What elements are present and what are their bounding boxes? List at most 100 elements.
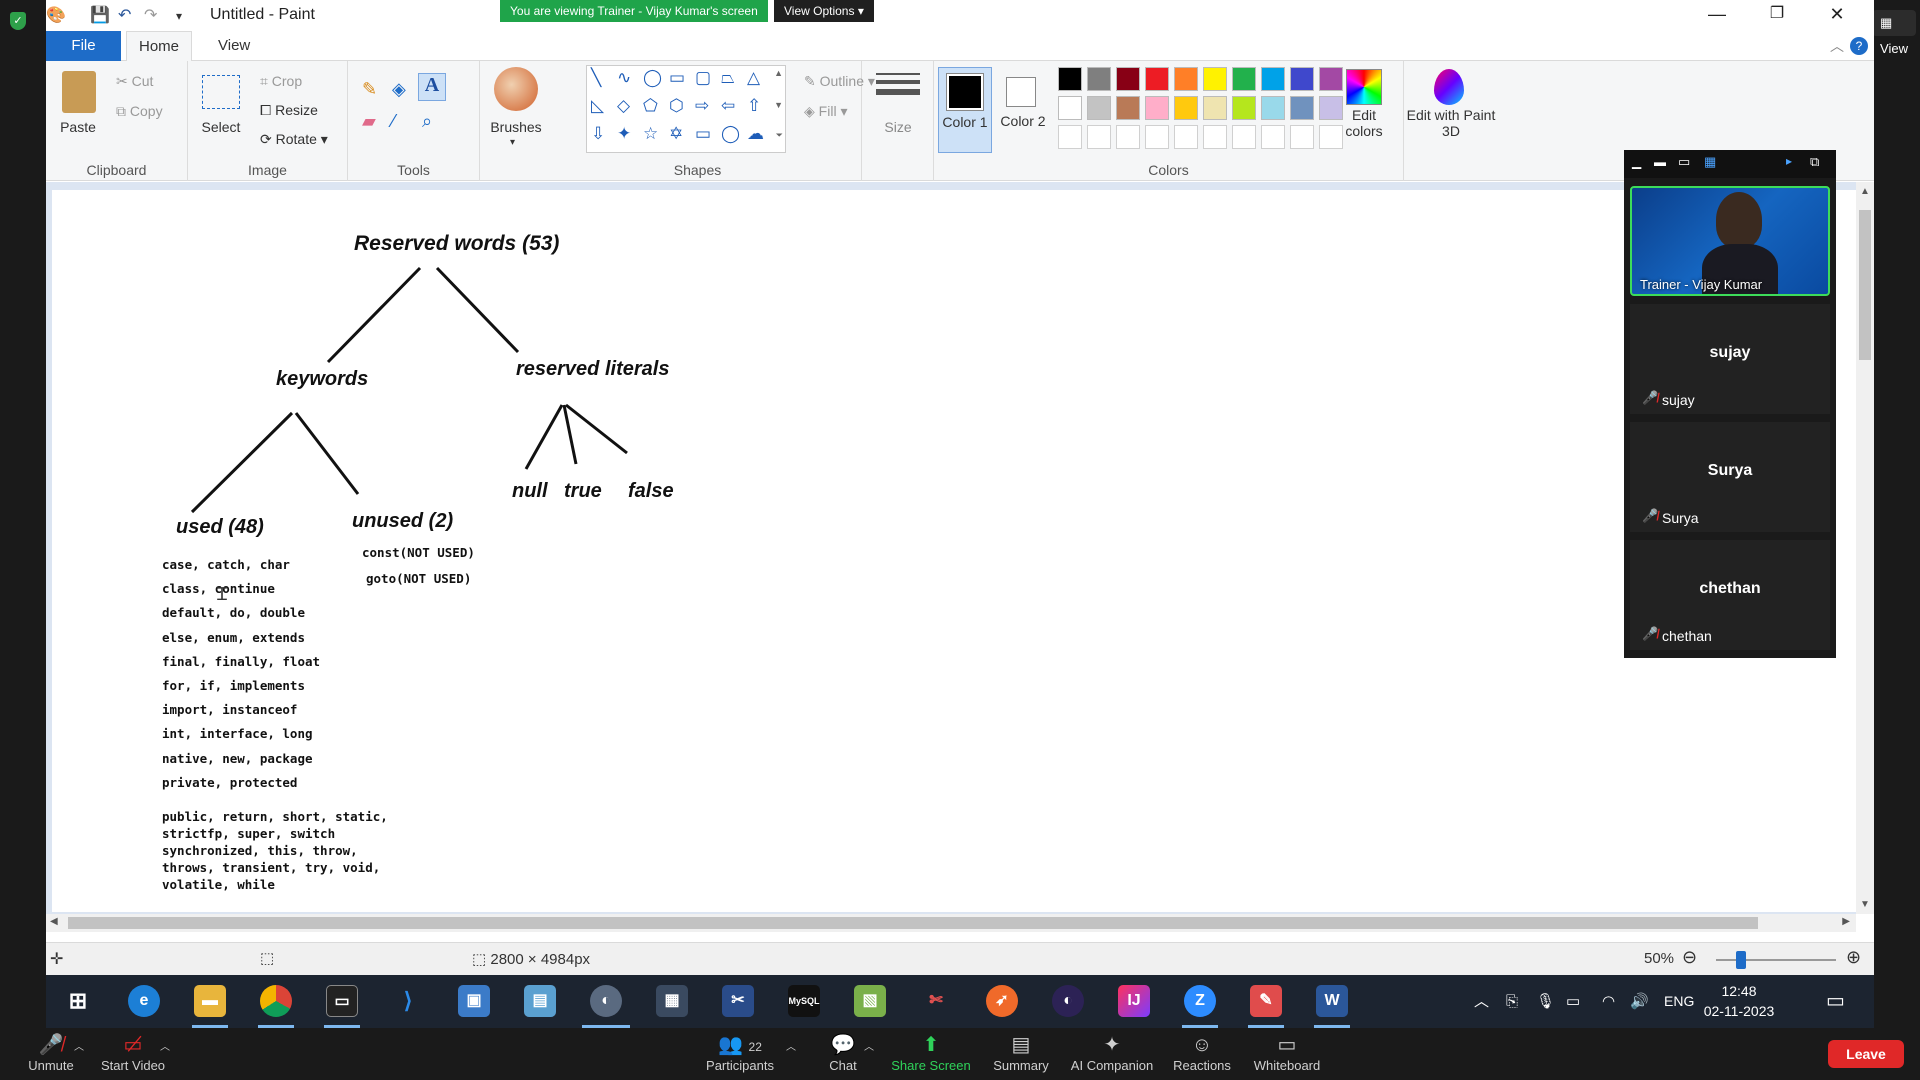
notepad-icon[interactable]: ▤ (524, 985, 556, 1017)
video-options-chevron-icon[interactable]: ︿ (160, 1038, 170, 1053)
postman-icon[interactable]: ➶ (986, 985, 1018, 1017)
shapes-expand-icon[interactable]: ⏷ (776, 130, 783, 141)
zoom-in-icon[interactable]: ⊕ (1846, 947, 1861, 968)
snipping-tool-icon[interactable]: ✂ (722, 985, 754, 1017)
shapes-gallery[interactable]: ╲ ∿ ◯ ▭ ▢ ⏢ △ ◺ ◇ ⬠ ⬡ ⇨ ⇦ ⇧ ⇩ ✦ ☆ ✡ ▭ ◯ … (586, 65, 786, 153)
fill-button[interactable]: ◈ Fill ▾ (804, 103, 847, 120)
cut-button[interactable]: ✂ Cut (116, 73, 153, 90)
resize-button[interactable]: ⧠ Resize (260, 102, 318, 119)
chrome-icon[interactable] (260, 985, 292, 1017)
minimize-button[interactable]: — (1702, 2, 1732, 26)
mic-tray-icon[interactable]: 🎙 (1536, 975, 1555, 1028)
taskbar-clock[interactable]: 12:48 02-11-2023 (1702, 981, 1776, 1021)
participant-tile[interactable]: Surya 🎤̸ Surya (1630, 422, 1830, 532)
scroll-right-icon[interactable]: ▶ (1842, 916, 1850, 927)
undo-icon[interactable]: ↶ (118, 5, 131, 25)
presenter-video-tile[interactable]: Trainer - Vijay Kumar (1630, 186, 1830, 296)
chat-chevron-icon[interactable]: ︿ (864, 1038, 874, 1053)
palette-empty-swatch[interactable] (1116, 125, 1140, 149)
tab-view[interactable]: View (206, 31, 262, 61)
brushes-dropdown-icon[interactable]: ▾ (510, 137, 515, 148)
color1-button[interactable]: Color 1 (938, 67, 992, 153)
collapse-ribbon-icon[interactable]: ︿ (1830, 36, 1844, 56)
participant-tile[interactable]: sujay 🎤̸ sujay (1630, 304, 1830, 414)
zoom-taskbar-icon[interactable]: Z (1184, 985, 1216, 1017)
sql-developer-icon[interactable]: MySQL (788, 985, 820, 1017)
gallery-speaker-icon[interactable]: ▭ (1678, 154, 1690, 170)
windows-start-icon[interactable]: ⊞ (62, 985, 94, 1017)
rotate-button[interactable]: ⟳ Rotate ▾ (260, 131, 328, 148)
file-explorer-icon[interactable]: ▬ (194, 985, 226, 1017)
audio-options-chevron-icon[interactable]: ︿ (74, 1038, 84, 1053)
palette-empty-swatch[interactable] (1145, 125, 1169, 149)
remote-desktop-icon[interactable]: ▣ (458, 985, 490, 1017)
gallery-strip-icon[interactable]: ▬ (1654, 155, 1666, 169)
size-button[interactable]: Size (872, 119, 924, 135)
maximize-button[interactable]: ❐ (1762, 2, 1792, 26)
volume-icon[interactable]: 🔊 (1630, 975, 1649, 1028)
start-video-button[interactable]: ▭̸ Start Video (98, 1032, 168, 1073)
palette-swatch[interactable] (1203, 96, 1227, 120)
close-button[interactable]: ✕ (1822, 2, 1852, 26)
snip-sketch-icon[interactable]: ✄ (920, 985, 952, 1017)
edit-colors-icon[interactable] (1346, 69, 1382, 105)
gallery-grid-icon[interactable]: ▦ (1704, 154, 1716, 170)
palette-swatch[interactable] (1261, 67, 1285, 91)
line-shape-icon[interactable]: ╲ (591, 68, 601, 88)
oval-callout-shape-icon[interactable]: ◯ (721, 124, 740, 144)
tab-home[interactable]: Home (126, 31, 193, 61)
intellij-icon[interactable]: IJ (1118, 985, 1150, 1017)
reactions-button[interactable]: ☺ Reactions (1166, 1032, 1238, 1073)
palette-empty-swatch[interactable] (1058, 125, 1082, 149)
zoom-view-options-button[interactable]: View Options ▾ (774, 0, 874, 22)
share-screen-button[interactable]: ⬆ Share Screen (888, 1032, 974, 1073)
palette-swatch[interactable] (1261, 96, 1285, 120)
leave-meeting-button[interactable]: Leave (1828, 1040, 1904, 1068)
right-arrow-shape-icon[interactable]: ⇨ (695, 96, 709, 116)
palette-swatch[interactable] (1290, 96, 1314, 120)
palette-empty-swatch[interactable] (1290, 125, 1314, 149)
rectangle-shape-icon[interactable]: ▭ (669, 68, 685, 88)
whiteboard-button[interactable]: ▭ Whiteboard (1248, 1032, 1326, 1073)
tab-file[interactable]: File (46, 31, 121, 61)
summary-button[interactable]: ▤ Summary (984, 1032, 1058, 1073)
pentagon-shape-icon[interactable]: ⬠ (643, 96, 658, 116)
unmute-button[interactable]: 🎤̸ Unmute (24, 1032, 78, 1073)
eraser-icon[interactable]: ▰ (362, 111, 376, 132)
tray-overflow-icon[interactable]: ︿ (1474, 975, 1489, 1028)
calculator-icon[interactable]: ▦ (656, 985, 688, 1017)
horizontal-scrollbar[interactable]: ◀ ▶ (46, 914, 1856, 932)
shapes-scroll-down-icon[interactable]: ▼ (774, 100, 783, 110)
paste-icon[interactable] (62, 71, 96, 113)
palette-empty-swatch[interactable] (1087, 125, 1111, 149)
ai-companion-button[interactable]: ✦ AI Companion (1066, 1032, 1158, 1073)
scroll-down-icon[interactable]: ▼ (1860, 899, 1870, 910)
gallery-popout-icon[interactable]: ⧉ (1810, 154, 1819, 170)
sticky-notes-icon[interactable]: ▧ (854, 985, 886, 1017)
color2-button[interactable]: Color 2 (998, 67, 1048, 153)
curve-shape-icon[interactable]: ∿ (617, 68, 631, 88)
palette-swatch[interactable] (1203, 67, 1227, 91)
gallery-next-icon[interactable]: ▸ (1786, 154, 1792, 168)
magnifier-icon[interactable]: ⌕ (422, 111, 432, 132)
color-picker-icon[interactable]: ⁄ (392, 111, 395, 132)
palette-swatch[interactable] (1116, 96, 1140, 120)
participant-tile[interactable]: chethan 🎤̸ chethan (1630, 540, 1830, 650)
participants-button[interactable]: 👥 22 Participants (700, 1032, 780, 1073)
select-icon[interactable] (202, 75, 240, 109)
rounded-rectangle-shape-icon[interactable]: ▢ (695, 68, 711, 88)
customize-quick-access-icon[interactable]: ▾ (176, 9, 182, 23)
notification-center-icon[interactable]: ▭ (1826, 975, 1845, 1028)
participants-chevron-icon[interactable]: ︿ (786, 1038, 796, 1053)
word-icon[interactable]: W (1316, 985, 1348, 1017)
crop-button[interactable]: ⌗ Crop (260, 73, 302, 90)
palette-swatch[interactable] (1145, 96, 1169, 120)
zoom-slider[interactable] (1716, 951, 1836, 969)
six-point-star-shape-icon[interactable]: ✡ (669, 124, 683, 144)
triangle-shape-icon[interactable]: △ (747, 68, 760, 88)
help-icon[interactable]: ? (1850, 37, 1868, 55)
palette-swatch[interactable] (1145, 67, 1169, 91)
eclipse-icon[interactable]: ◐ (1052, 985, 1084, 1017)
wifi-icon[interactable]: ◠ (1602, 975, 1615, 1028)
zoom-view-button[interactable]: ▦ View (1872, 10, 1916, 56)
